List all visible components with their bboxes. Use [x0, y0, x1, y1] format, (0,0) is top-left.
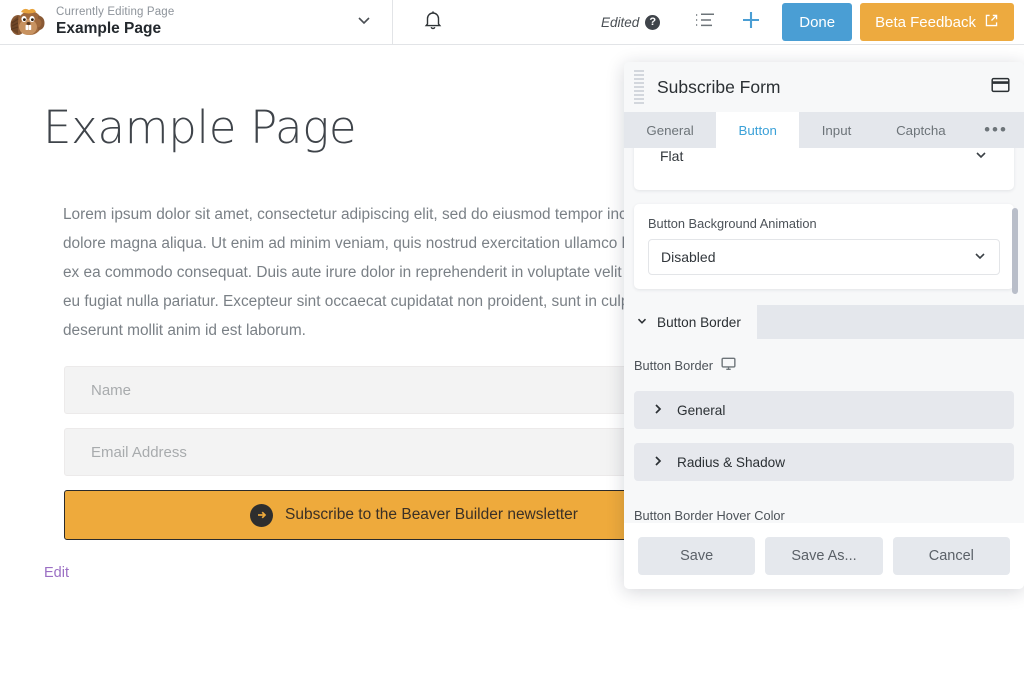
accordion-general-label: General: [677, 403, 725, 418]
section-tab-button-border[interactable]: Button Border: [624, 305, 757, 339]
button-border-label-text: Button Border: [634, 358, 713, 373]
subscribe-submit-label: Subscribe to the Beaver Builder newslett…: [285, 506, 578, 524]
cancel-button[interactable]: Cancel: [893, 537, 1010, 575]
ellipsis-icon[interactable]: •••: [968, 112, 1024, 148]
external-link-icon: [984, 13, 999, 32]
desktop-icon[interactable]: [721, 357, 736, 374]
module-settings-panel: Subscribe Form General Button Input Capt…: [624, 62, 1024, 589]
border-hover-color-label: Button Border Hover Color: [634, 508, 1014, 523]
window-icon[interactable]: [991, 77, 1010, 98]
chevron-right-icon: [652, 403, 664, 418]
add-content-button[interactable]: [728, 0, 774, 45]
currently-editing-label: Currently Editing Page: [56, 6, 174, 19]
section-tab-row: Button Border: [624, 305, 1024, 339]
bell-icon: [423, 9, 443, 36]
notifications-button[interactable]: [393, 0, 473, 45]
tab-captcha[interactable]: Captcha: [874, 112, 968, 148]
admin-toolbar-actions: Edited ? Done Bet: [601, 0, 1024, 45]
page-meta: Currently Editing Page Example Page: [56, 6, 174, 37]
panel-title: Subscribe Form: [657, 77, 781, 98]
save-as-button[interactable]: Save As...: [765, 537, 882, 575]
page-name: Example Page: [56, 20, 174, 37]
panel-header: Subscribe Form: [624, 62, 1024, 112]
beta-feedback-label: Beta Feedback: [875, 14, 976, 31]
chevron-down-icon[interactable]: [354, 10, 374, 35]
beta-feedback-button[interactable]: Beta Feedback: [860, 3, 1014, 41]
button-style-select[interactable]: Flat: [648, 148, 1000, 176]
chevron-down-icon: [973, 249, 987, 266]
scrollbar-thumb[interactable]: [1012, 208, 1018, 294]
bg-animation-label: Button Background Animation: [648, 216, 1000, 231]
panel-scrollbar[interactable]: [1012, 156, 1018, 523]
tab-general[interactable]: General: [624, 112, 716, 148]
page-title: Example Page: [43, 101, 356, 154]
bg-animation-select[interactable]: Disabled: [648, 239, 1000, 275]
done-button[interactable]: Done: [782, 3, 852, 41]
panel-tabs: General Button Input Captcha •••: [624, 112, 1024, 148]
save-button[interactable]: Save: [638, 537, 755, 575]
edited-label: Edited: [601, 15, 639, 30]
edited-status: Edited ?: [601, 15, 660, 30]
outline-list-button[interactable]: [682, 0, 728, 45]
chevron-down-icon: [636, 315, 648, 330]
edit-link[interactable]: Edit: [44, 565, 69, 581]
browser-page: Currently Editing Page Example Page Edit: [0, 0, 1024, 700]
drag-handle-icon[interactable]: [634, 70, 644, 104]
button-style-value: Flat: [660, 148, 683, 164]
editing-page-selector[interactable]: Currently Editing Page Example Page: [0, 0, 393, 45]
bg-animation-value: Disabled: [661, 249, 715, 265]
arrow-right-circle-icon: [250, 504, 273, 527]
tab-button[interactable]: Button: [716, 112, 799, 148]
panel-body: Flat Button Background Animation Disable…: [624, 148, 1024, 523]
accordion-radius-shadow-label: Radius & Shadow: [677, 455, 785, 470]
accordion-radius-shadow[interactable]: Radius & Shadow: [634, 443, 1014, 481]
beaver-logo: [8, 5, 46, 39]
bg-animation-card: Button Background Animation Disabled: [634, 204, 1014, 289]
tab-input[interactable]: Input: [799, 112, 873, 148]
chevron-down-icon: [974, 148, 988, 165]
plus-icon: [739, 8, 763, 37]
chevron-right-icon: [652, 455, 664, 470]
button-border-field-label: Button Border: [634, 357, 1014, 374]
panel-footer: Save Save As... Cancel: [624, 523, 1024, 589]
border-hover-color-row: Button Border Hover Color: [634, 508, 1014, 523]
list-icon: [694, 11, 716, 34]
help-circle-icon[interactable]: ?: [645, 15, 660, 30]
section-tab-label: Button Border: [657, 315, 741, 330]
admin-toolbar: Currently Editing Page Example Page Edit: [0, 0, 1024, 45]
button-style-card: Flat: [634, 148, 1014, 190]
accordion-general[interactable]: General: [634, 391, 1014, 429]
